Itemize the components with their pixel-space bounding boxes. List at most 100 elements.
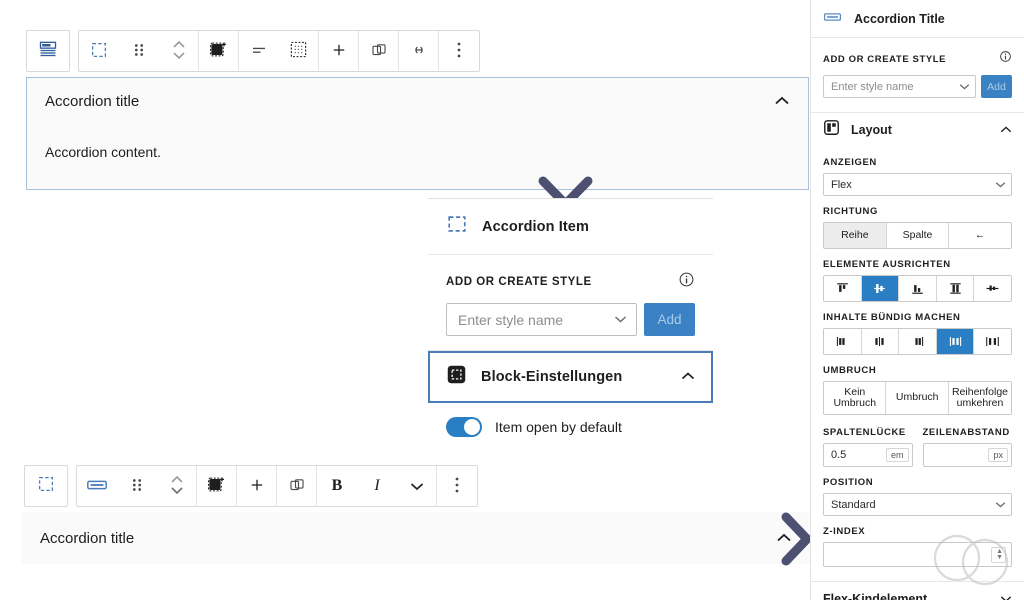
toggle-knob	[464, 419, 480, 435]
chevron-down-icon	[410, 479, 424, 494]
sidebar-layout-panel-header[interactable]: Layout	[811, 113, 1024, 147]
toolbar-button-add-block[interactable]	[319, 31, 359, 71]
toolbar2-button-add-block[interactable]	[237, 466, 277, 506]
number-spinner-icon[interactable]: ▲ ▼	[991, 546, 1006, 563]
row-gap-label: ZEILENABSTAND	[922, 427, 1010, 438]
sidebar-add-style-button[interactable]: Add	[981, 75, 1012, 98]
position-select[interactable]: Standard	[823, 493, 1012, 516]
popup-item-open-default-row[interactable]: Item open by default	[428, 403, 713, 437]
align-items-flex-end-icon[interactable]	[899, 276, 937, 301]
justify-flex-end-icon[interactable]	[899, 329, 937, 354]
info-icon[interactable]	[678, 271, 695, 293]
toolbar2-button-duplicate[interactable]	[277, 466, 317, 506]
direction-option-reihe[interactable]: Reihe	[824, 223, 887, 248]
accordion-block-top[interactable]: Accordion title Accordion content.	[26, 77, 809, 190]
popup-block-settings-label: Block-Einstellungen	[481, 369, 623, 385]
spacing-icon	[289, 40, 308, 62]
accordion-block-toolbar	[26, 30, 480, 72]
item-open-by-default-toggle[interactable]	[446, 417, 482, 437]
block-settings-icon	[446, 364, 467, 390]
accordion-title-text: Accordion title	[45, 92, 140, 110]
toolbar-button-block-type-accordion[interactable]	[26, 30, 70, 72]
sidebar-block-header: Accordion Title	[811, 0, 1024, 38]
direction-label: RICHTUNG	[823, 206, 878, 217]
z-index-input[interactable]: ▲ ▼	[823, 542, 1012, 567]
chevron-up-icon[interactable]	[776, 531, 792, 546]
column-gap-unit[interactable]: em	[885, 448, 909, 462]
toolbar-button-move-up-down[interactable]	[159, 31, 199, 71]
wrap-option-nowrap[interactable]: Kein Umbruch	[824, 382, 887, 414]
chevron-down-icon[interactable]	[995, 180, 1006, 190]
toolbar2-button-more-options[interactable]	[437, 466, 477, 506]
display-label: ANZEIGEN	[823, 157, 877, 168]
accordion-title-block-icon	[823, 10, 842, 28]
justify-space-around-icon[interactable]	[974, 329, 1011, 354]
toolbar-group-block-controls	[78, 30, 480, 72]
accordion-title-icon	[86, 478, 108, 495]
popup-block-settings-panel[interactable]: Block-Einstellungen	[428, 351, 713, 403]
column-gap-label: SPALTENLÜCKE	[823, 427, 906, 438]
column-gap-value: 0.5	[831, 449, 847, 461]
duplicate-icon	[370, 41, 388, 62]
direction-option-spalte[interactable]: Spalte	[886, 223, 950, 248]
display-select[interactable]: Flex	[823, 173, 1012, 196]
align-items-center-icon[interactable]	[861, 276, 900, 301]
sidebar-style-placeholder: Enter style name	[831, 80, 914, 93]
display-value: Flex	[831, 178, 852, 191]
direction-option-reverse[interactable]: ←	[949, 223, 1011, 248]
align-items-flex-start-icon[interactable]	[824, 276, 862, 301]
more-options-icon	[454, 475, 460, 498]
toolbar-button-align[interactable]	[239, 31, 279, 71]
chevron-down-icon[interactable]	[1000, 590, 1012, 600]
toolbar-button-drag[interactable]	[119, 31, 159, 71]
accordion-header-top[interactable]: Accordion title	[27, 78, 808, 124]
chevron-down-icon[interactable]	[995, 500, 1006, 510]
toolbar-button-duplicate[interactable]	[359, 31, 399, 71]
toolbar-button-spacing[interactable]	[279, 31, 319, 71]
toolbar2-button-italic[interactable]: I	[357, 466, 397, 506]
align-items-stretch-icon[interactable]	[936, 276, 975, 301]
sidebar-flex-child-panel-header[interactable]: Flex-Kindelement	[811, 581, 1024, 600]
sidebar-style-label: ADD OR CREATE STYLE	[823, 53, 947, 65]
chevron-up-icon[interactable]	[774, 94, 790, 109]
align-items-label: ELEMENTE AUSRICHTEN	[823, 259, 951, 270]
toolbar2-button-move-up-down[interactable]	[157, 466, 197, 506]
row-gap-unit[interactable]: px	[988, 448, 1008, 462]
popup-style-input[interactable]: Enter style name	[446, 303, 637, 336]
info-icon[interactable]	[999, 50, 1012, 68]
toolbar2-button-more-rich-text[interactable]	[397, 466, 437, 506]
toolbar2-button-block-styles[interactable]	[197, 466, 237, 506]
accordion-header-bottom[interactable]: Accordion title	[22, 512, 810, 564]
select-parent-block-icon	[90, 41, 108, 62]
block-styles-icon	[209, 40, 228, 62]
chevron-down-icon[interactable]	[614, 315, 627, 325]
plus-icon	[330, 41, 348, 62]
row-gap-input[interactable]: px	[922, 443, 1012, 467]
justify-center-icon[interactable]	[861, 329, 900, 354]
toolbar2-button-drag[interactable]	[117, 466, 157, 506]
toolbar-button-block-styles[interactable]	[199, 31, 239, 71]
popup-block-name: Accordion Item	[482, 218, 589, 235]
wrap-option-wrap-reverse[interactable]: Reihenfolge umkehren	[948, 382, 1011, 414]
justify-flex-start-icon[interactable]	[824, 329, 862, 354]
wrap-option-wrap[interactable]: Umbruch	[886, 382, 949, 414]
toolbar-button-link[interactable]	[399, 31, 439, 71]
toolbar-button-select-parent-block[interactable]	[79, 31, 119, 71]
italic-icon: I	[374, 477, 380, 494]
chevron-up-icon[interactable]	[681, 368, 695, 386]
column-gap-input[interactable]: 0.5 em	[823, 443, 913, 467]
toolbar2-button-bold[interactable]: B	[317, 466, 357, 506]
justify-space-between-icon[interactable]	[936, 329, 975, 354]
align-icon	[250, 41, 268, 62]
popup-add-style-button[interactable]: Add	[644, 303, 695, 336]
accordion-item-icon	[446, 213, 468, 240]
chevron-up-icon[interactable]	[1000, 121, 1012, 139]
align-items-baseline-icon[interactable]	[974, 276, 1011, 301]
chevron-down-icon[interactable]	[959, 82, 970, 92]
flex-child-title: Flex-Kindelement	[823, 591, 928, 600]
sidebar-style-input[interactable]: Enter style name	[823, 75, 976, 98]
toolbar2-button-select-parent-block[interactable]	[24, 465, 68, 507]
toolbar2-button-accordion-title-block[interactable]	[77, 466, 117, 506]
layout-icon	[823, 119, 840, 141]
toolbar-button-more-options[interactable]	[439, 31, 479, 71]
